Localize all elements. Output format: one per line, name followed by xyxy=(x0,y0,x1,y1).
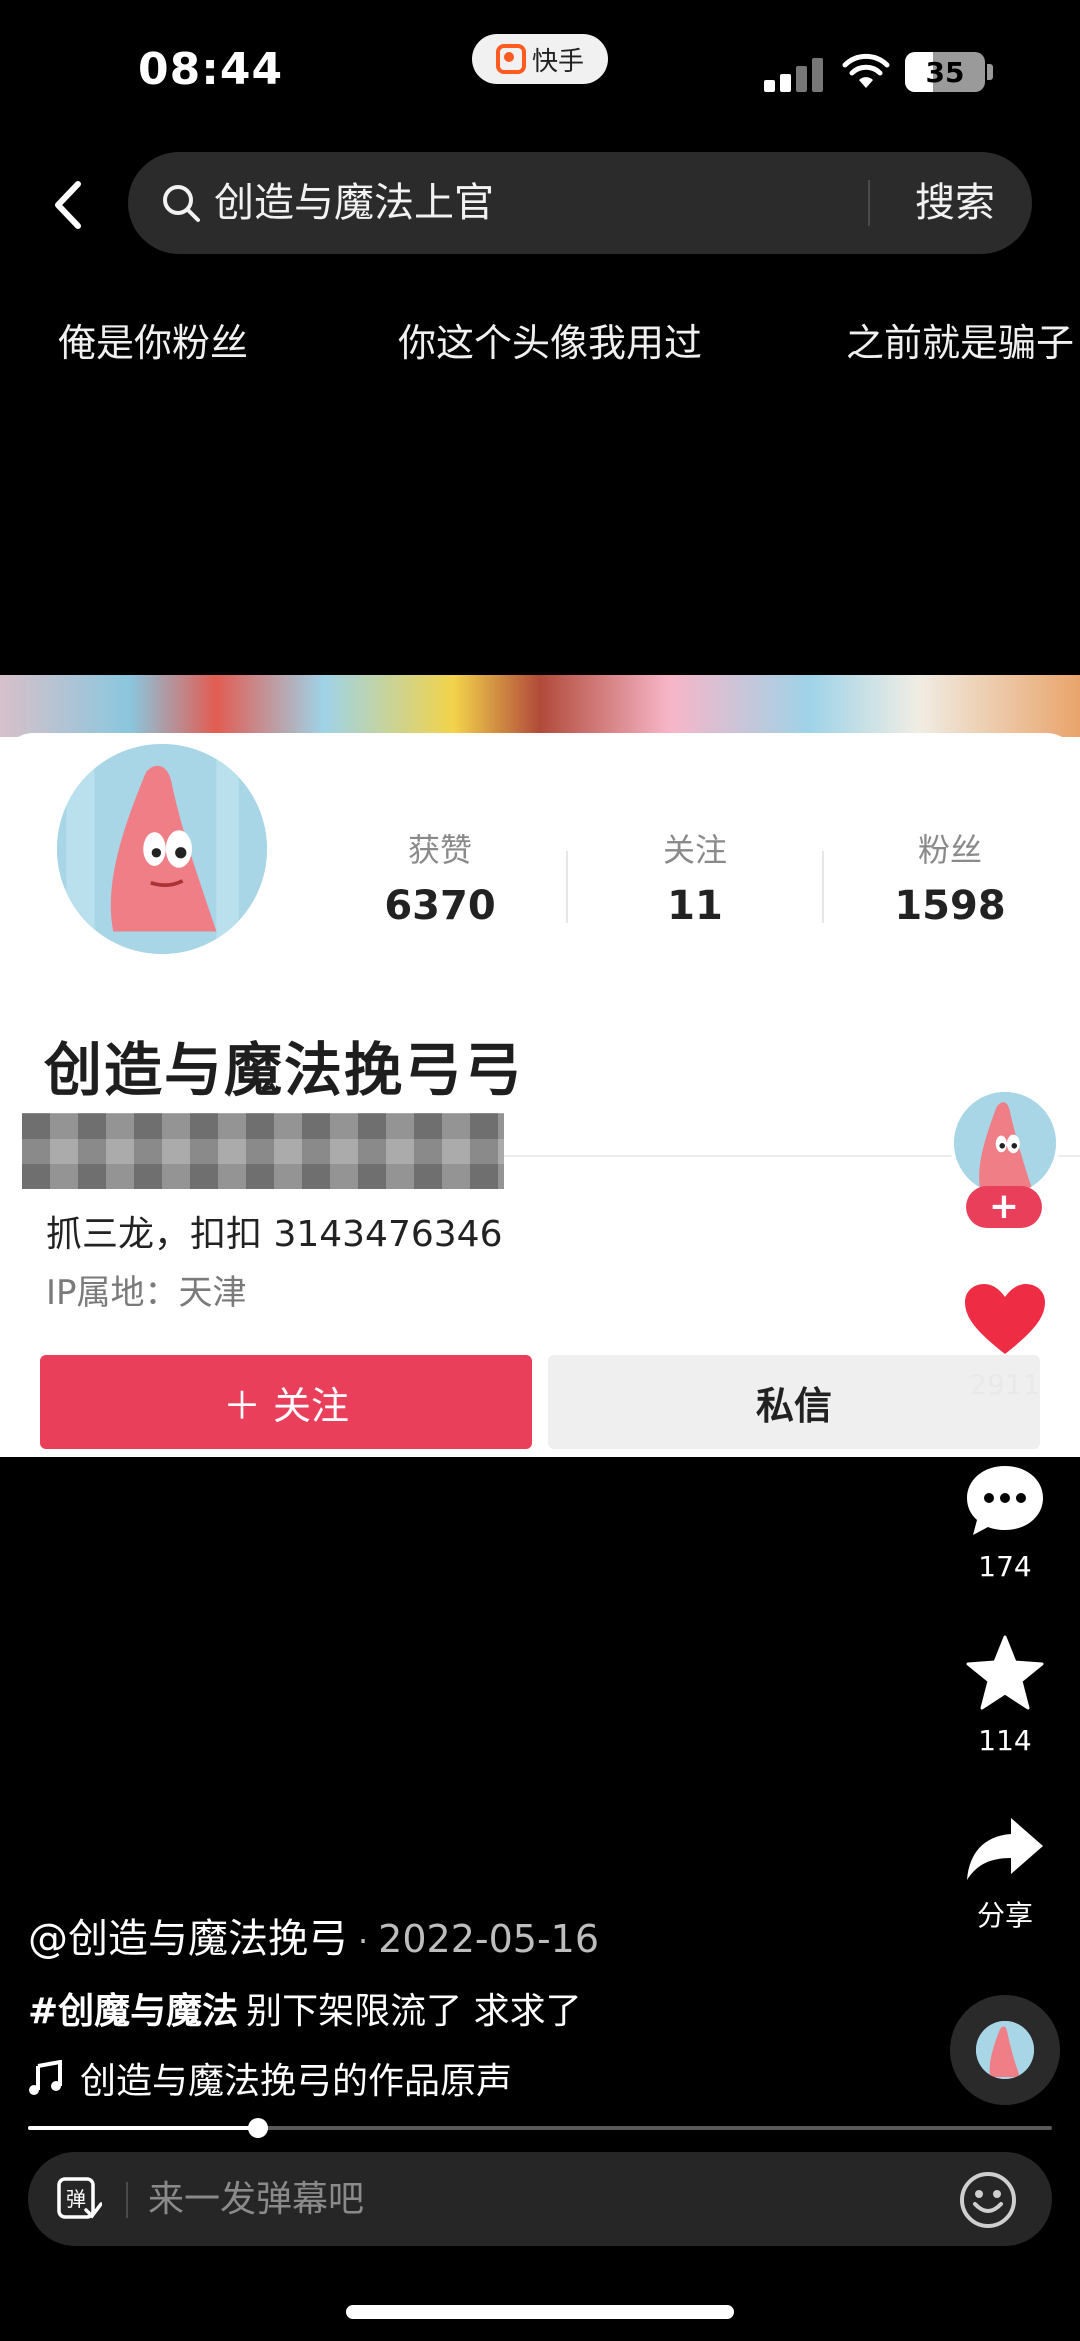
censored-mosaic xyxy=(22,1113,504,1189)
stat-value: 6370 xyxy=(384,883,496,929)
app-badge[interactable]: 快手 xyxy=(472,34,608,84)
profile-avatar xyxy=(50,737,274,961)
back-button[interactable] xyxy=(40,170,100,240)
search-input[interactable]: 创造与魔法上官 xyxy=(214,174,494,232)
danmaku-input[interactable] xyxy=(148,2170,848,2228)
favorite-count: 114 xyxy=(978,1724,1032,1757)
battery-level: 35 xyxy=(925,55,965,89)
patrick-avatar-icon xyxy=(954,1092,1056,1194)
search-bar[interactable]: 创造与魔法上官 搜索 xyxy=(128,152,1032,254)
author-name[interactable]: @创造与魔法挽弓 xyxy=(28,1916,348,1962)
stat-label: 粉丝 xyxy=(917,831,982,869)
music-info[interactable]: 创造与魔法挽弓的作品原声 xyxy=(28,2052,512,2104)
danmaku-divider xyxy=(126,2182,128,2218)
favorite-button[interactable]: 114 xyxy=(950,1634,1060,1757)
like-count: 2911 xyxy=(969,1368,1041,1401)
progress-knob[interactable] xyxy=(248,2118,269,2138)
search-divider xyxy=(868,180,870,226)
status-time: 08:44 xyxy=(138,44,284,95)
profile-name: 创造与魔法挽弓弓 xyxy=(44,1036,525,1104)
share-button[interactable]: 分享 xyxy=(950,1816,1060,1934)
separator-dot: · xyxy=(358,1922,369,1960)
stat-value: 1598 xyxy=(894,883,1006,929)
comment-button[interactable]: 174 xyxy=(950,1462,1060,1583)
stat-value: 11 xyxy=(667,883,723,929)
profile-follow-button: ＋ 关注 xyxy=(40,1355,532,1449)
kuaishou-logo-icon xyxy=(495,44,526,74)
profile-card: 获赞 6370 关注 11 粉丝 1598 创造与魔法挽弓弓 抓三龙，扣扣 31… xyxy=(0,733,1080,1457)
music-cover-icon xyxy=(976,2021,1034,2079)
profile-bio: 抓三龙，扣扣 3143476346 xyxy=(46,1214,503,1255)
stat-likes[interactable]: 获赞 6370 xyxy=(350,825,530,929)
post-author-line: @创造与魔法挽弓 · 2022-05-16 xyxy=(28,1906,599,1964)
progress-fill xyxy=(28,2126,259,2130)
music-disc-button[interactable] xyxy=(950,1995,1060,2105)
music-title: 创造与魔法挽弓的作品原声 xyxy=(80,2061,513,2102)
video-content[interactable]: 获赞 6370 关注 11 粉丝 1598 创造与魔法挽弓弓 抓三龙，扣扣 31… xyxy=(0,675,1080,1457)
battery-cap xyxy=(987,64,993,80)
search-button[interactable]: 搜索 xyxy=(890,174,1020,232)
emoji-icon[interactable] xyxy=(958,2170,1018,2230)
stat-divider xyxy=(566,851,568,923)
suggestion-chip[interactable]: 你这个头像我用过 xyxy=(398,312,702,367)
battery-icon: 35 xyxy=(905,52,985,92)
like-button[interactable]: 2911 xyxy=(950,1282,1060,1401)
danmaku-bar[interactable]: 弹 xyxy=(28,2152,1052,2246)
cartoon-banner-image xyxy=(0,675,1080,737)
cellular-signal-icon xyxy=(764,56,824,92)
stat-following[interactable]: 关注 11 xyxy=(605,825,785,929)
suggestion-chip[interactable]: 俺是你粉丝 xyxy=(58,312,248,367)
svg-text:弹: 弹 xyxy=(66,2187,86,2211)
patrick-avatar-icon xyxy=(57,744,267,954)
heart-icon xyxy=(965,1284,1045,1354)
follow-plus-button[interactable]: + xyxy=(966,1186,1042,1228)
post-date: 2022-05-16 xyxy=(378,1917,600,1961)
status-bar: 08:44 快手 35 xyxy=(0,0,1080,140)
post-caption: #创魔与魔法 别下架限流了 求求了 xyxy=(28,1982,582,2034)
danmaku-toggle-icon[interactable]: 弹 xyxy=(56,2176,102,2222)
share-arrow-icon xyxy=(967,1818,1043,1880)
star-icon xyxy=(966,1635,1044,1710)
suggestion-chip[interactable]: 之前就是骗子 xyxy=(846,312,1074,367)
search-icon xyxy=(163,185,200,222)
share-label: 分享 xyxy=(976,1899,1033,1932)
ip-location: IP属地：天津 xyxy=(46,1273,247,1313)
wifi-icon xyxy=(842,53,890,88)
hashtag-link[interactable]: #创魔与魔法 xyxy=(28,1991,238,2032)
music-note-icon xyxy=(29,2060,62,2095)
comment-count: 174 xyxy=(978,1550,1032,1583)
stat-label: 获赞 xyxy=(407,831,472,869)
stat-followers[interactable]: 粉丝 1598 xyxy=(860,825,1040,929)
comment-icon xyxy=(967,1466,1043,1535)
home-indicator[interactable] xyxy=(346,2305,734,2319)
app-badge-label: 快手 xyxy=(531,46,584,77)
video-progress-bar[interactable] xyxy=(28,2118,1052,2138)
stat-divider xyxy=(822,851,824,923)
caption-text: 别下架限流了 求求了 xyxy=(246,1991,582,2032)
author-avatar[interactable] xyxy=(950,1088,1060,1198)
stat-label: 关注 xyxy=(662,831,727,869)
